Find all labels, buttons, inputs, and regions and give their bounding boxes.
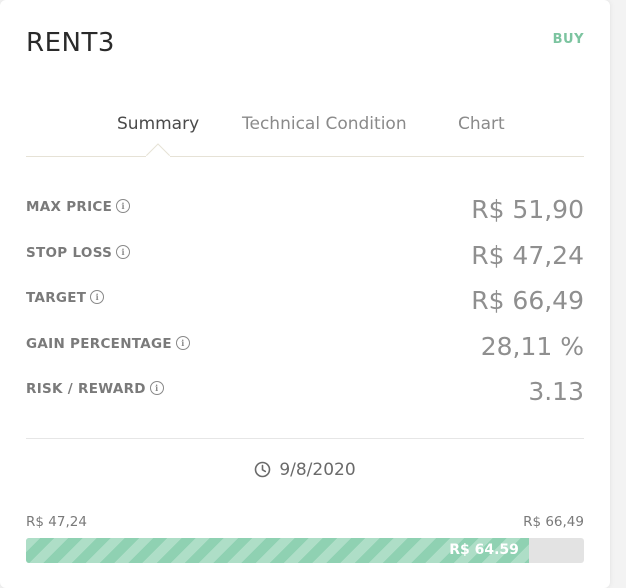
info-icon[interactable]: i <box>116 199 131 213</box>
clock-icon <box>255 461 271 478</box>
metric-row-gain-percentage: GAIN PERCENTAGE i 28,11 % <box>26 320 584 366</box>
active-tab-caret-icon <box>146 143 170 157</box>
metric-value: 28,11 % <box>480 331 584 361</box>
tab-bar: Summary Technical Condition Chart <box>26 100 584 157</box>
ticker-title: RENT3 <box>26 28 115 58</box>
tab-summary[interactable]: Summary <box>117 114 199 134</box>
date-stamp: 9/8/2020 <box>0 460 610 480</box>
stock-card: RENT3 BUY Summary Technical Condition Ch… <box>0 0 610 588</box>
metrics-list: MAX PRICE i R$ 51,90 STOP LOSS i R$ 47,24 … <box>26 183 584 411</box>
metric-label: STOP LOSS <box>26 244 113 261</box>
metric-label: GAIN PERCENTAGE <box>26 335 172 352</box>
divider <box>26 438 584 439</box>
price-range-bar-fill: R$ 64.59 <box>26 538 529 563</box>
current-price-label: R$ 64.59 <box>449 542 519 558</box>
info-icon[interactable]: i <box>116 244 131 259</box>
range-min-label: R$ 47,24 <box>26 514 87 530</box>
info-icon[interactable]: i <box>149 381 164 395</box>
info-icon[interactable]: i <box>175 335 190 350</box>
metric-row-risk-reward: RISK / REWARD i 3.13 <box>26 365 584 411</box>
metric-row-stop-loss: STOP LOSS i R$ 47,24 <box>26 229 584 275</box>
metric-value: 3.13 <box>528 377 584 406</box>
metric-value: R$ 66,49 <box>471 286 584 315</box>
range-max-label: R$ 66,49 <box>523 514 584 530</box>
price-range-bar: R$ 64.59 <box>26 538 584 563</box>
metric-label: RISK / REWARD <box>26 381 146 397</box>
metric-value: R$ 51,90 <box>471 195 584 224</box>
metric-label: MAX PRICE <box>26 199 113 215</box>
metric-value: R$ 47,24 <box>471 240 584 270</box>
metric-label: TARGET <box>26 290 87 306</box>
metric-row-target: TARGET i R$ 66,49 <box>26 274 584 320</box>
buy-link[interactable]: BUY <box>553 32 584 47</box>
metric-row-max-price: MAX PRICE i R$ 51,90 <box>26 183 584 229</box>
date-text: 9/8/2020 <box>279 460 356 480</box>
tab-technical-condition[interactable]: Technical Condition <box>242 114 407 134</box>
info-icon[interactable]: i <box>90 290 105 304</box>
tab-chart[interactable]: Chart <box>458 114 505 134</box>
